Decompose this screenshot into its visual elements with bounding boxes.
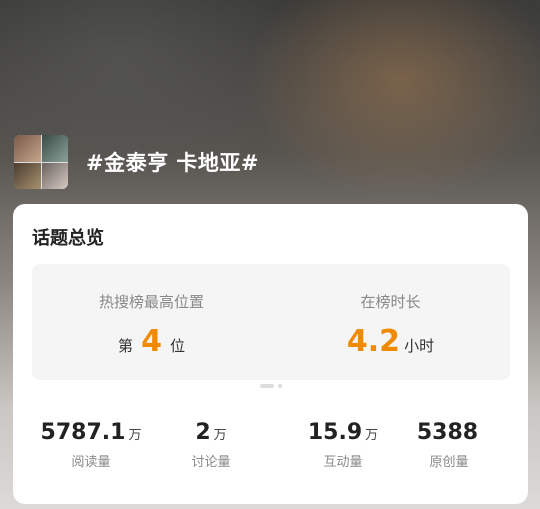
stats-row: 5787.1 万 阅读量 2 万 讨论量 15.9 万 互动量 5388 原创量 xyxy=(13,420,528,480)
stat-value: 15.9 xyxy=(307,420,363,445)
thumbnail-photo xyxy=(41,135,68,162)
screen: #金泰亨 卡地亚# 话题总览 热搜榜最高位置 第 4 位 在榜时长 4.2 小时 xyxy=(0,0,540,509)
page-dot-active xyxy=(259,384,274,388)
thumbnail-photo xyxy=(14,162,41,189)
page-indicator xyxy=(13,384,528,388)
duration-label: 在榜时长 xyxy=(360,293,421,311)
hot-rank-section: 热搜榜最高位置 第 4 位 xyxy=(32,264,271,380)
overview-box[interactable]: 热搜榜最高位置 第 4 位 在榜时长 4.2 小时 xyxy=(32,264,510,380)
hot-rank-value: 4 xyxy=(141,324,162,359)
stat-read: 5787.1 万 阅读量 xyxy=(27,420,155,470)
hot-rank-value-row: 第 4 位 xyxy=(32,324,271,359)
topic-title: #金泰亨 卡地亚# xyxy=(86,151,260,175)
stat-value: 2 xyxy=(195,420,211,445)
hot-rank-suffix: 位 xyxy=(169,337,185,355)
duration-section: 在榜时长 4.2 小时 xyxy=(271,264,510,380)
thumbnail-photo xyxy=(14,135,41,162)
topic-header: #金泰亨 卡地亚# xyxy=(14,134,259,190)
stat-original: 5388 原创量 xyxy=(385,420,513,470)
hot-rank-label: 热搜榜最高位置 xyxy=(98,293,204,311)
hot-rank-prefix: 第 xyxy=(118,337,134,355)
stat-value: 5388 xyxy=(416,420,479,445)
topic-overview-card: 话题总览 热搜榜最高位置 第 4 位 在榜时长 4.2 小时 5787.1 万 … xyxy=(13,204,528,504)
stat-unit: 万 xyxy=(128,428,142,443)
duration-value: 4.2 xyxy=(346,324,401,359)
stat-value: 5787.1 xyxy=(40,420,126,445)
stat-unit: 万 xyxy=(365,428,379,443)
duration-value-row: 4.2 小时 xyxy=(271,324,510,359)
stat-label: 原创量 xyxy=(429,455,469,470)
stat-discuss: 2 万 讨论量 xyxy=(147,420,275,470)
stat-unit: 万 xyxy=(213,428,227,443)
card-title: 话题总览 xyxy=(32,228,104,249)
duration-unit: 小时 xyxy=(404,337,435,355)
page-dot xyxy=(277,384,282,388)
stat-label: 阅读量 xyxy=(71,455,111,470)
thumbnail-photo xyxy=(41,162,68,189)
stat-label: 讨论量 xyxy=(191,455,231,470)
topic-thumbnail[interactable] xyxy=(14,135,68,189)
